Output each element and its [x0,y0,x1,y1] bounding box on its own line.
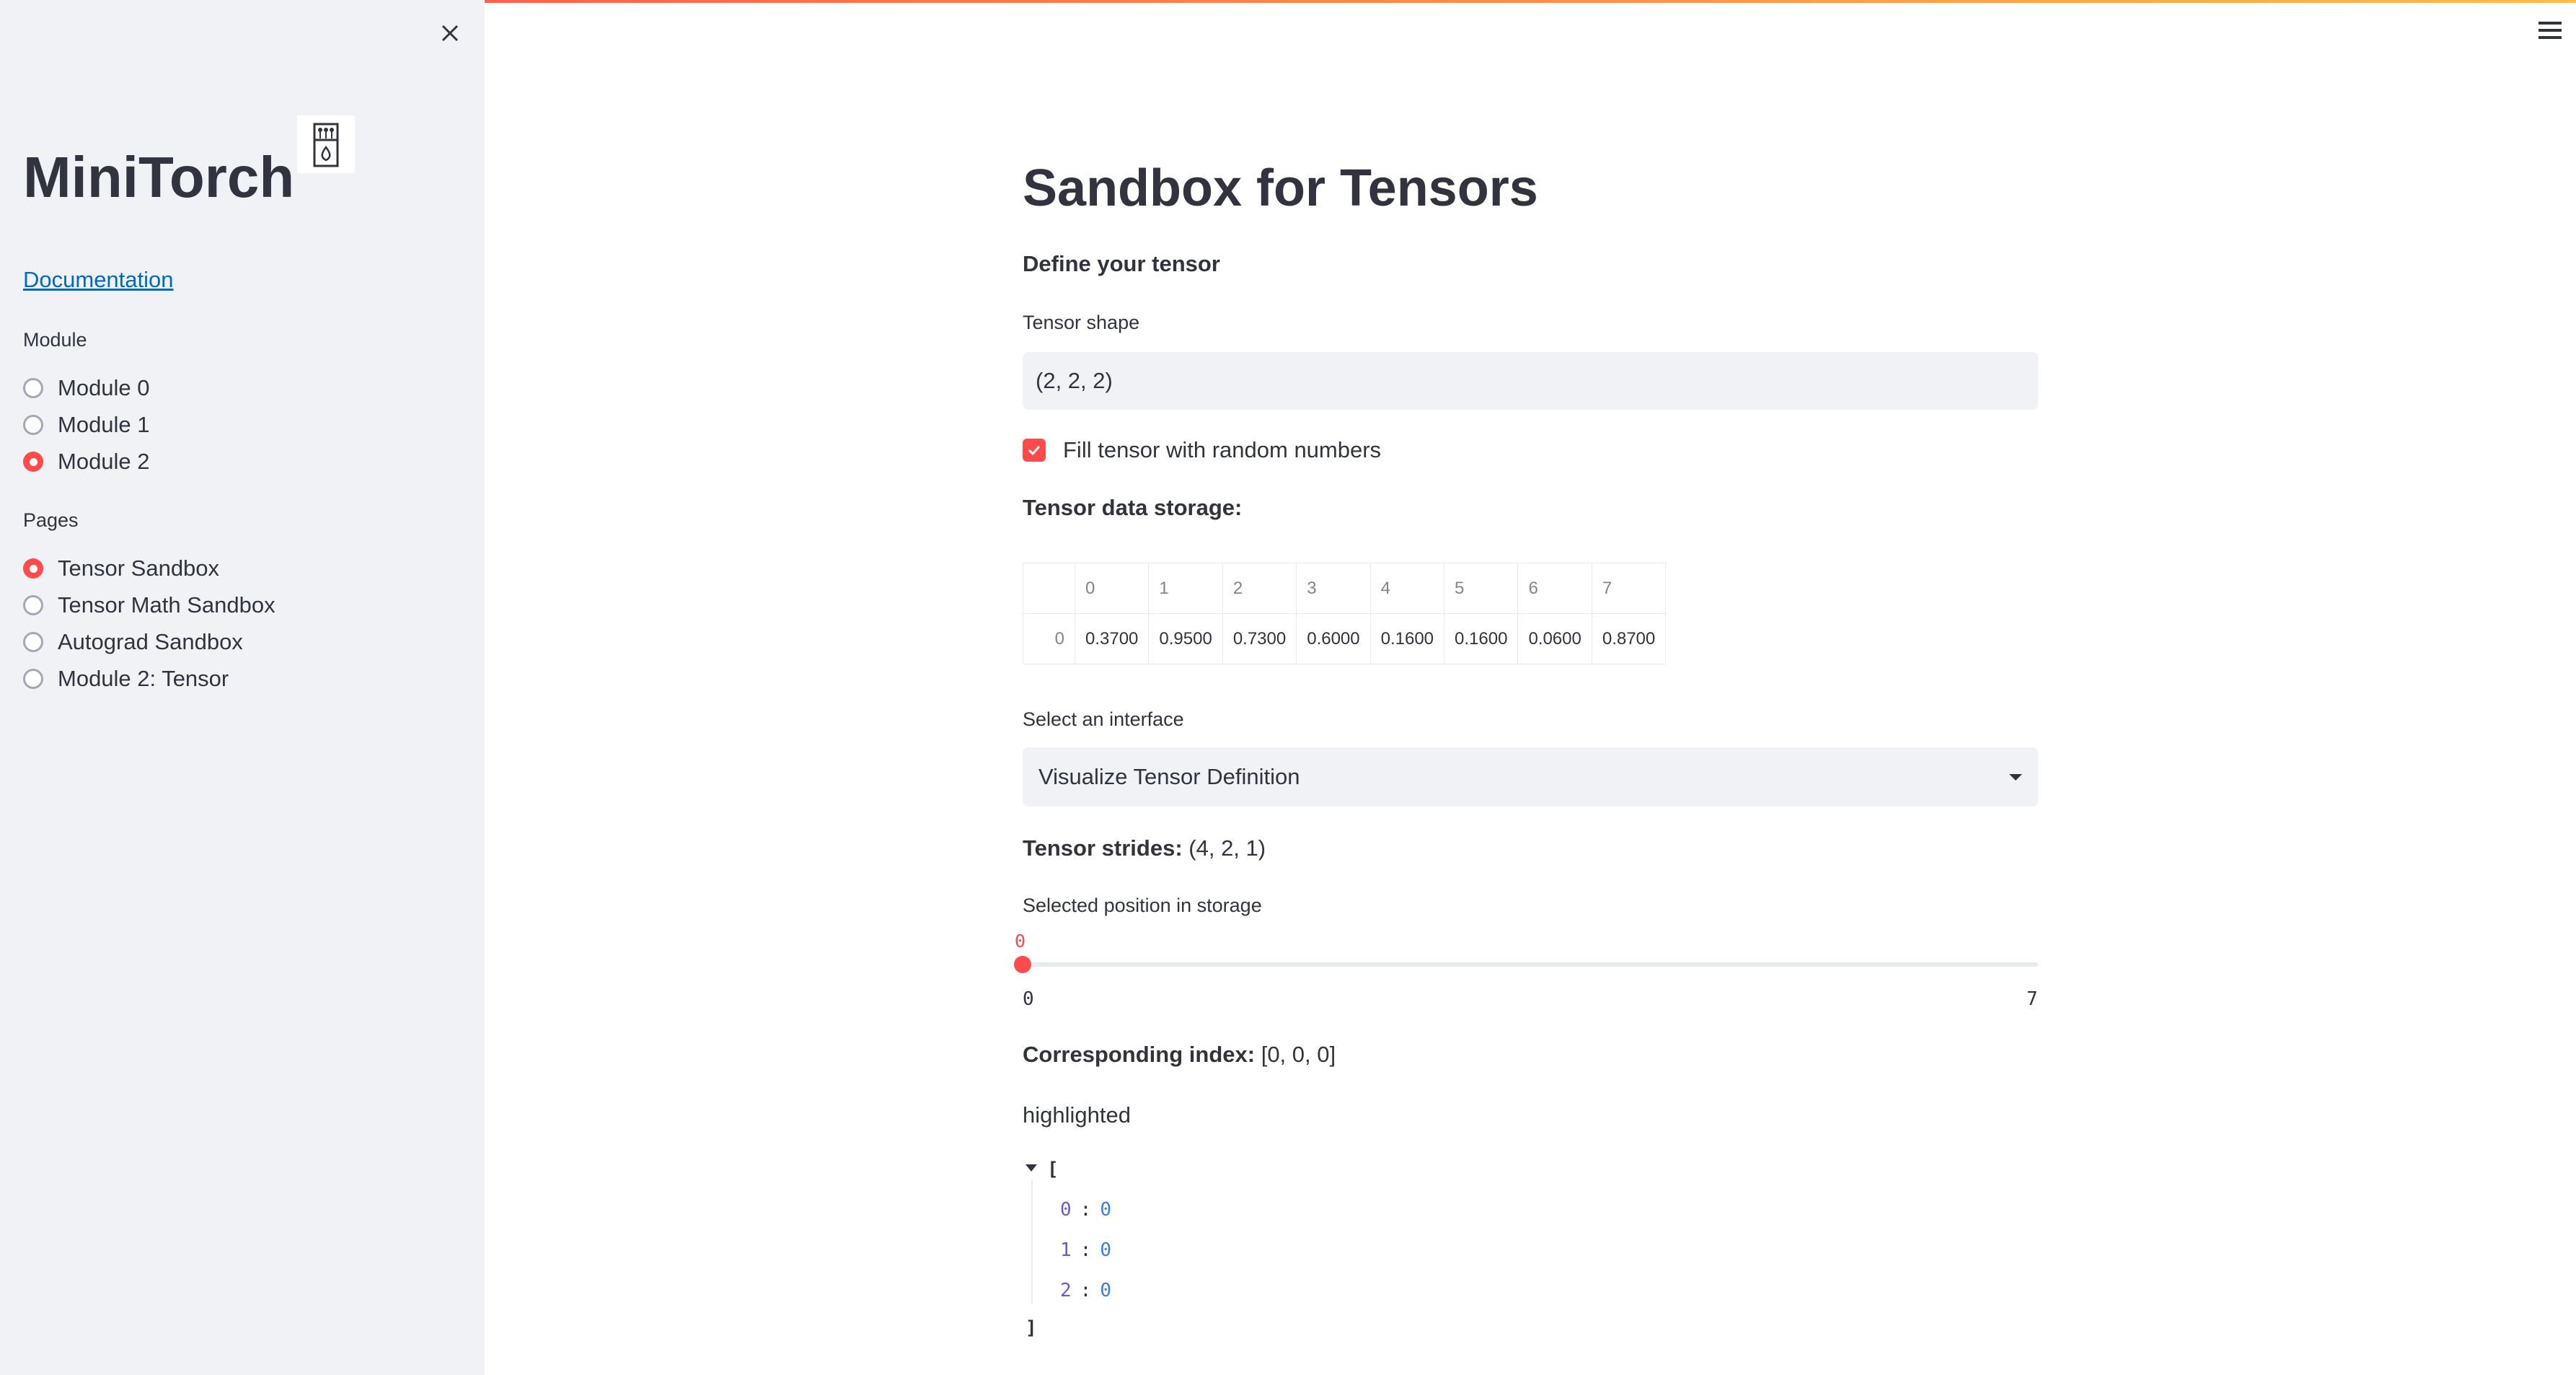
checkbox-checked[interactable] [1023,439,1046,462]
table-cell[interactable]: 0.9500 [1148,613,1223,664]
radio-button-selected[interactable] [23,452,43,472]
slider-current-value: 0 [1015,931,1026,952]
page-radio-autograd-sandbox[interactable]: Autograd Sandbox [23,626,243,658]
column-header: 3 [1296,563,1371,614]
json-entry: 0:0 [1060,1199,1111,1221]
interface-select[interactable]: Visualize Tensor Definition [1023,747,2038,807]
json-indent-guide [1031,1180,1033,1304]
corresponding-index-line: Corresponding index: [0, 0, 0] [1023,1042,1336,1068]
column-header: 1 [1148,563,1223,614]
json-entry: 1:0 [1060,1239,1111,1261]
radio-button[interactable] [23,415,43,435]
json-value: 0 [1100,1280,1111,1301]
table-cell[interactable]: 0.1600 [1444,613,1519,664]
highlighted-label: highlighted [1023,1102,1131,1128]
tensor-shape-label: Tensor shape [1023,312,1140,333]
collapse-toggle-icon[interactable] [1025,1164,1037,1172]
close-sidebar-button[interactable] [437,20,463,46]
module-radio-1[interactable]: Module 1 [23,409,150,441]
slider-thumb[interactable] [1014,956,1031,973]
hamburger-icon [2537,22,2563,39]
slider-track[interactable] [1023,962,2038,967]
tensor-shape-input[interactable] [1023,352,2038,410]
table-cell[interactable]: 0.1600 [1369,613,1445,664]
radio-label: Module 2 [58,449,150,474]
table-cell[interactable]: 0.7300 [1222,613,1297,664]
slider-min-label: 0 [1023,988,1034,1010]
json-value: 0 [1100,1239,1111,1261]
radio-button[interactable] [23,595,43,615]
radio-button-selected[interactable] [23,558,43,579]
radio-button[interactable] [23,669,43,689]
position-label: Selected position in storage [1023,895,1262,916]
table-header-row: 0 1 2 3 4 5 6 7 [1023,563,1667,614]
sidebar: MiniTorch Documentation Module Module 0 … [0,0,485,1375]
radio-label: Module 0 [58,375,150,400]
radio-label: Module 2: Tensor [58,666,229,691]
checkbox-label: Fill tensor with random numbers [1063,437,1382,462]
app-title: MiniTorch [23,145,295,209]
radio-label: Autograd Sandbox [58,629,243,654]
page-radio-module-2-tensor[interactable]: Module 2: Tensor [23,663,229,695]
json-key: 2 [1060,1280,1072,1301]
page-radio-tensor-sandbox[interactable]: Tensor Sandbox [23,553,219,584]
minitorch-logo-icon [297,115,355,173]
strides-value: (4, 2, 1) [1188,835,1266,861]
radio-label: Tensor Sandbox [58,555,220,581]
strides-label: Tensor strides: [1023,835,1183,861]
table-cell[interactable]: 0.3700 [1074,613,1150,664]
select-value: Visualize Tensor Definition [1038,764,1300,789]
column-header: 0 [1074,563,1150,614]
module-radio-0[interactable]: Module 0 [23,372,150,404]
documentation-link[interactable]: Documentation [23,267,174,293]
column-header: 7 [1591,563,1667,614]
table-row: 0 0.3700 0.9500 0.7300 0.6000 0.1600 0.1… [1023,613,1667,664]
pages-label: Pages [23,509,79,531]
storage-heading: Tensor data storage: [1023,495,1243,520]
column-header: 2 [1222,563,1297,614]
radio-label: Module 1 [58,412,150,437]
module-label: Module [23,329,87,351]
table-cell[interactable]: 0.6000 [1296,613,1371,664]
json-value: 0 [1100,1199,1111,1221]
column-header: 4 [1369,563,1445,614]
json-key: 1 [1060,1239,1072,1261]
storage-table[interactable]: 0 1 2 3 4 5 6 7 0 0.3700 0.9500 0.7300 0… [1023,563,1667,664]
page-radio-tensor-math-sandbox[interactable]: Tensor Math Sandbox [23,589,275,621]
table-cell[interactable]: 0.8700 [1591,613,1667,664]
index-label: Corresponding index: [1023,1042,1256,1067]
tensor-strides-line: Tensor strides: (4, 2, 1) [1023,835,1266,861]
check-icon [1028,445,1041,456]
json-close-bracket: ] [1025,1317,1037,1339]
random-numbers-checkbox-row[interactable]: Fill tensor with random numbers [1023,436,1381,465]
module-radio-2[interactable]: Module 2 [23,446,150,478]
json-entry: 2:0 [1060,1280,1111,1301]
chevron-down-icon [2009,773,2022,781]
index-value: [0, 0, 0] [1261,1042,1336,1067]
define-tensor-heading: Define your tensor [1023,251,1220,276]
interface-label: Select an interface [1023,708,1184,730]
column-header: 5 [1444,563,1519,614]
main-menu-button[interactable] [2537,22,2563,43]
close-icon [441,25,459,42]
json-open-bracket: [ [1047,1159,1059,1180]
page-title: Sandbox for Tensors [1023,159,1538,217]
row-index: 0 [1023,613,1075,664]
table-corner-cell [1023,563,1075,614]
radio-label: Tensor Math Sandbox [58,592,275,618]
column-header: 6 [1517,563,1592,614]
radio-button[interactable] [23,632,43,652]
table-cell[interactable]: 0.0600 [1517,613,1592,664]
json-key: 0 [1060,1199,1072,1221]
slider-max-label: 7 [2026,988,2038,1010]
radio-button[interactable] [23,378,43,398]
